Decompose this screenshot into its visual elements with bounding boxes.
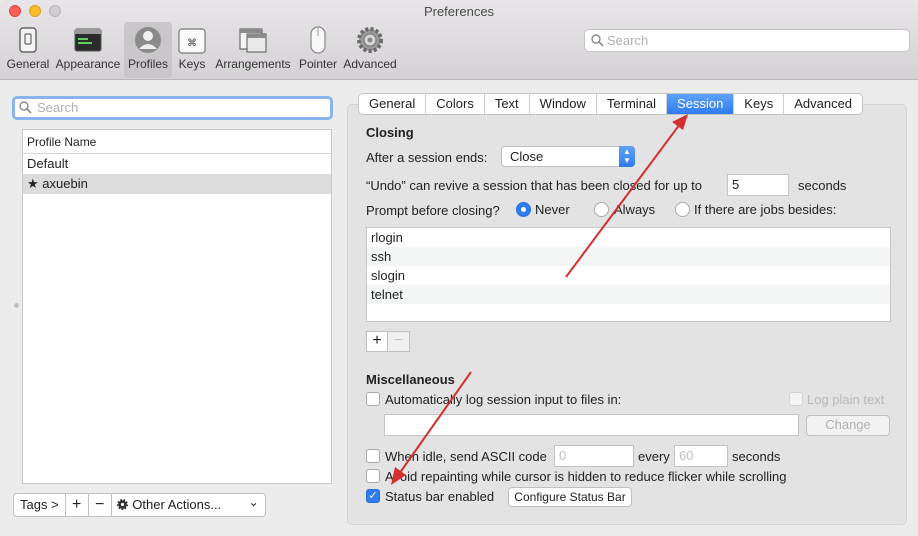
toolbar-advanced[interactable]: Advanced (342, 22, 398, 78)
tab-window[interactable]: Window (528, 94, 596, 114)
list-item[interactable]: slogin (367, 266, 890, 285)
toolbar-search-placeholder: Search (607, 33, 649, 48)
profile-name-column-header[interactable]: Profile Name (23, 130, 331, 154)
profile-row-axuebin[interactable]: ★ axuebin (23, 174, 331, 194)
profile-row-default[interactable]: Default (23, 154, 331, 174)
jobs-list: rlogin ssh slogin telnet (366, 227, 891, 322)
arrangements-icon (239, 28, 267, 53)
default-star-icon: ★ (27, 176, 39, 191)
remove-job-button[interactable]: − (388, 331, 410, 352)
profile-actions-bar: Tags > + − Other Actions... ⌄ (13, 493, 266, 517)
chevron-down-icon: ⌄ (248, 495, 259, 509)
search-icon (591, 34, 604, 47)
toolbar-keys[interactable]: ⌘ Keys (174, 22, 210, 78)
toolbar-label: Profiles (127, 57, 168, 71)
tags-button[interactable]: Tags > (13, 493, 66, 517)
after-session-ends-select[interactable]: Close ▲ ▼ (501, 146, 635, 167)
avoid-repainting-checkbox[interactable] (366, 469, 380, 483)
tab-keys[interactable]: Keys (733, 94, 783, 114)
tab-text[interactable]: Text (483, 94, 529, 114)
add-profile-button[interactable]: + (65, 493, 89, 517)
toolbar-label: Appearance (55, 57, 121, 71)
appearance-icon (74, 28, 102, 52)
prompt-never-radio[interactable] (516, 202, 531, 217)
search-icon (19, 101, 32, 114)
tab-general[interactable]: General (359, 94, 425, 114)
toolbar-arrangements[interactable]: Arrangements (212, 22, 294, 78)
profile-name: axuebin (42, 176, 88, 191)
toolbar-appearance[interactable]: Appearance (54, 22, 122, 78)
profile-search-placeholder: Search (37, 100, 79, 115)
toolbar-general[interactable]: General (4, 22, 52, 78)
change-directory-button[interactable]: Change (806, 415, 890, 436)
other-actions-menu[interactable]: Other Actions... ⌄ (111, 493, 266, 517)
autolog-label: Automatically log session input to files… (385, 392, 622, 407)
prompt-never-label: Never (535, 202, 570, 217)
toolbar-pointer[interactable]: Pointer (296, 22, 340, 78)
toolbar-label: Advanced (343, 57, 397, 71)
toolbar-search-input[interactable]: Search (584, 29, 910, 52)
log-directory-input[interactable] (384, 414, 799, 436)
status-bar-checkbox[interactable]: ✓ (366, 489, 380, 503)
list-item[interactable]: ssh (367, 247, 890, 266)
jobs-add-remove: + − (366, 331, 410, 352)
log-plain-text-label: Log plain text (807, 392, 885, 407)
toolbar-label: Keys (178, 57, 206, 71)
keys-icon: ⌘ (178, 28, 206, 54)
toolbar-label: General (6, 57, 50, 71)
prompt-always-radio[interactable] (594, 202, 609, 217)
svg-text:⌘: ⌘ (187, 38, 197, 49)
general-icon (19, 27, 37, 53)
idle-send-checkbox[interactable] (366, 449, 380, 463)
configure-status-bar-button[interactable]: Configure Status Bar (508, 487, 632, 507)
undo-seconds-input[interactable]: 5 (727, 174, 789, 196)
add-job-button[interactable]: + (366, 331, 388, 352)
profile-list: Profile Name Default ★ axuebin (22, 129, 332, 484)
tab-session[interactable]: Session (666, 94, 734, 114)
other-actions-label: Other Actions... (132, 497, 222, 512)
tab-colors[interactable]: Colors (425, 94, 484, 114)
miscellaneous-heading: Miscellaneous (366, 372, 455, 387)
log-plain-text-checkbox[interactable] (789, 392, 803, 406)
closing-heading: Closing (366, 125, 414, 140)
idle-seconds-label: seconds (732, 449, 781, 464)
idle-every-label: every (638, 449, 670, 464)
tab-terminal[interactable]: Terminal (595, 94, 666, 114)
prompt-always-label: Always (614, 202, 656, 217)
autolog-checkbox[interactable] (366, 392, 380, 406)
avoid-repainting-label: Avoid repainting while cursor is hidden … (385, 469, 787, 484)
after-session-ends-label: After a session ends: (366, 150, 488, 165)
gear-icon (116, 498, 128, 511)
after-session-ends-value: Close (510, 149, 544, 164)
toolbar-label: Arrangements (215, 57, 291, 71)
profiles-icon (135, 27, 161, 53)
advanced-gear-icon (357, 27, 383, 53)
idle-ascii-code-input[interactable]: 0 (554, 445, 634, 467)
toolbar-label: Pointer (298, 57, 338, 71)
pointer-icon (310, 26, 326, 54)
idle-send-label: When idle, send ASCII code (385, 449, 547, 464)
remove-profile-button[interactable]: − (88, 493, 112, 517)
idle-interval-input[interactable]: 60 (674, 445, 728, 467)
toolbar-profiles[interactable]: Profiles (124, 22, 172, 78)
preferences-window: Preferences General Appearance Profiles … (0, 0, 918, 536)
tab-advanced[interactable]: Advanced (783, 94, 862, 114)
prompt-before-closing-label: Prompt before closing? (366, 203, 500, 218)
status-bar-label: Status bar enabled (385, 489, 495, 504)
undo-unit-label: seconds (798, 178, 847, 193)
undo-label: “Undo” can revive a session that has bee… (366, 178, 703, 193)
list-item[interactable]: rlogin (367, 228, 890, 247)
profile-tabs: General Colors Text Window Terminal Sess… (358, 93, 864, 115)
profile-name: Default (27, 156, 69, 171)
prompt-jobs-radio[interactable] (675, 202, 690, 217)
profile-search-input[interactable]: Search (12, 96, 333, 120)
list-item[interactable]: telnet (367, 285, 890, 304)
updown-chevron-icon: ▲ ▼ (619, 146, 635, 167)
title-bar: Preferences General Appearance Profiles … (0, 0, 918, 80)
window-title: Preferences (423, 4, 495, 19)
splitter-handle[interactable] (14, 303, 19, 308)
prompt-jobs-label: If there are jobs besides: (694, 202, 837, 217)
